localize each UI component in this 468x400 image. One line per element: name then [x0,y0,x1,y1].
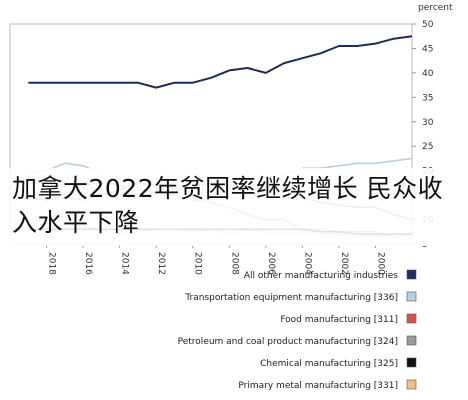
y-tick-label: 25 [422,142,433,152]
x-tick-label: 2018 [47,252,57,275]
chart-stage: 5101520253035404550 20002002200420062008… [0,0,468,400]
legend-label: All other manufacturing industries [244,271,398,281]
x-tick-label: 2014 [120,252,130,275]
legend-label: Transportation equipment manufacturing [… [184,293,398,303]
x-tick-label: 2008 [229,252,239,275]
y-tick-label: 50 [422,20,434,30]
y-tick-label: 35 [422,93,433,103]
y-tick-label: 30 [422,118,434,128]
legend-label: Food manufacturing [311] [280,315,398,325]
x-tick-label: 2010 [193,252,203,275]
y-tick-label: 45 [422,44,433,54]
y-axis-unit-label: percent [418,3,453,13]
x-tick-label: 2016 [83,252,93,275]
legend-swatch [406,357,417,368]
legend-swatch [406,379,417,390]
headline-text: 加拿大2022年贫困率继续增长 民众收入水平下降 [12,174,444,237]
y-tick-label: 40 [422,69,434,79]
legend-swatch [406,291,417,302]
legend-label: Petroleum and coal product manufacturing… [178,337,398,347]
x-tick-label: 2012 [156,252,166,275]
series-line-1 [28,35,413,89]
legend: All other manufacturing industries Transp… [178,269,417,391]
legend-swatch [406,313,417,324]
legend-swatch [406,269,417,280]
legend-label: Primary metal manufacturing [331] [238,381,398,391]
legend-swatch [406,335,417,346]
legend-label: Chemical manufacturing [325] [260,359,398,369]
